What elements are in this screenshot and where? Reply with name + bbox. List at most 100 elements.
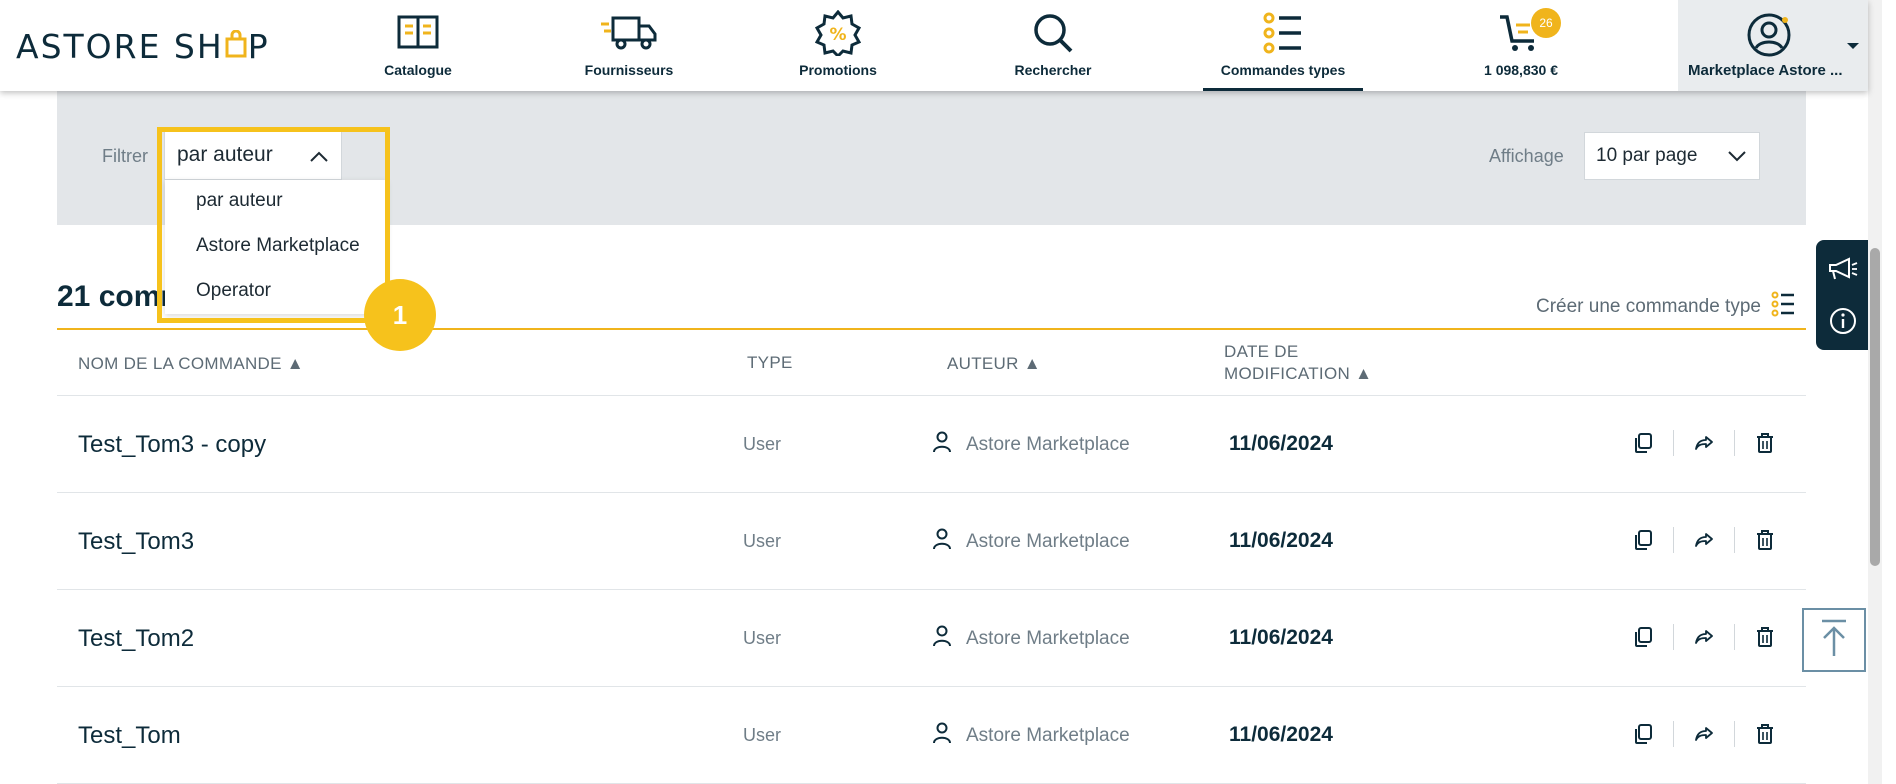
trash-icon[interactable] [1747, 623, 1783, 651]
arrow-up-icon [1819, 618, 1849, 663]
trash-icon[interactable] [1747, 526, 1783, 554]
shopping-bag-letter [224, 27, 248, 66]
order-type: User [743, 531, 782, 551]
scroll-to-top-button[interactable] [1802, 608, 1866, 672]
filter-option-par-auteur[interactable]: par auteur [196, 190, 283, 212]
account-label: Marketplace Astore ... [1688, 62, 1843, 79]
row-actions [1625, 429, 1783, 457]
table-header: NOM DE LA COMMANDE ▲ TYPE AUTEUR ▲ DATE … [57, 330, 1806, 396]
order-name[interactable]: Test_Tom [78, 722, 181, 750]
header-name-sortable[interactable]: NOM DE LA COMMANDE ▲ [78, 354, 304, 374]
tutorial-step-badge: 1 [364, 279, 436, 351]
create-order-template-label: Créer une commande type [1536, 296, 1761, 317]
share-icon[interactable] [1686, 526, 1722, 554]
table-row[interactable]: Test_Tom User Astore Marketplace 11/06/2… [57, 687, 1806, 784]
share-icon[interactable] [1686, 623, 1722, 651]
order-author: Astore Marketplace [932, 722, 1130, 750]
per-page-value: 10 par page [1596, 145, 1698, 166]
megaphone-icon[interactable] [1826, 252, 1860, 286]
cart-count-badge: 26 [1531, 8, 1561, 38]
trash-icon[interactable] [1747, 720, 1783, 748]
order-type: User [743, 628, 782, 648]
filter-selected-value: par auteur [177, 142, 273, 166]
list-icon [1263, 10, 1303, 56]
action-divider [1734, 527, 1735, 553]
truck-icon [601, 10, 657, 56]
order-type: User [743, 434, 782, 454]
nav-promotions[interactable]: % Promotions [788, 0, 888, 91]
filter-label: Filtrer [102, 146, 148, 166]
filter-option-operator[interactable]: Operator [196, 280, 271, 302]
filter-select[interactable]: par auteur [164, 129, 342, 180]
chevron-down-icon [1727, 147, 1747, 169]
duplicate-icon[interactable] [1625, 526, 1661, 554]
order-author-name: Astore Marketplace [966, 531, 1130, 552]
order-date: 11/06/2024 [1229, 626, 1333, 649]
top-header: ASTORE SH P Catalogue Fournisseurs % Prom… [0, 0, 1868, 91]
row-actions [1625, 526, 1783, 554]
duplicate-icon[interactable] [1625, 720, 1661, 748]
order-date: 11/06/2024 [1229, 529, 1333, 552]
duplicate-icon[interactable] [1625, 623, 1661, 651]
order-name[interactable]: Test_Tom2 [78, 625, 194, 653]
header-date-line2: MODIFICATION ▲ [1224, 364, 1373, 383]
order-name[interactable]: Test_Tom3 [78, 528, 194, 556]
header-author-sortable[interactable]: AUTEUR ▲ [947, 354, 1041, 374]
user-icon [932, 625, 952, 653]
table-row[interactable]: Test_Tom3 User Astore Marketplace 11/06/… [57, 493, 1806, 590]
action-divider [1673, 430, 1674, 456]
share-icon[interactable] [1686, 720, 1722, 748]
create-order-template-button[interactable]: Créer une commande type [1536, 291, 1795, 323]
chevron-down-icon [1846, 38, 1860, 56]
nav-fournisseurs[interactable]: Fournisseurs [574, 0, 684, 91]
order-templates-table: NOM DE LA COMMANDE ▲ TYPE AUTEUR ▲ DATE … [57, 330, 1806, 784]
nav-promotions-label: Promotions [799, 62, 877, 78]
side-help-panel [1816, 240, 1868, 350]
share-icon[interactable] [1686, 429, 1722, 457]
nav-catalogue-label: Catalogue [384, 62, 452, 78]
nav-rechercher-label: Rechercher [1014, 62, 1092, 78]
order-author: Astore Marketplace [932, 528, 1130, 556]
row-actions [1625, 720, 1783, 748]
action-divider [1673, 721, 1674, 747]
per-page-select[interactable]: 10 par page [1584, 132, 1760, 180]
action-divider [1673, 527, 1674, 553]
search-icon [1032, 10, 1074, 56]
header-date-sortable[interactable]: DATE DE MODIFICATION ▲ [1224, 342, 1372, 384]
list-icon [1771, 291, 1795, 323]
action-divider [1734, 624, 1735, 650]
display-label: Affichage [1489, 146, 1564, 166]
user-icon [932, 528, 952, 556]
account-menu[interactable]: Marketplace Astore ... [1678, 0, 1868, 91]
filter-option-astore-marketplace[interactable]: Astore Marketplace [196, 235, 360, 257]
nav-cart[interactable]: 26 1 098,830 € [1471, 0, 1571, 91]
nav-commandes-types-label: Commandes types [1220, 62, 1346, 78]
header-date-line1: DATE DE [1224, 342, 1299, 361]
nav-rechercher[interactable]: Rechercher [1003, 0, 1103, 91]
order-name[interactable]: Test_Tom3 - copy [78, 431, 266, 459]
brand-logo[interactable]: ASTORE SH P [16, 27, 270, 66]
chevron-up-icon [309, 145, 329, 169]
order-date: 11/06/2024 [1229, 432, 1333, 455]
svg-text:%: % [829, 25, 846, 45]
order-type: User [743, 725, 782, 745]
duplicate-icon[interactable] [1625, 429, 1661, 457]
table-row[interactable]: Test_Tom3 - copy User Astore Marketplace… [57, 396, 1806, 493]
row-actions [1625, 623, 1783, 651]
user-account-icon [1746, 12, 1792, 63]
table-row[interactable]: Test_Tom2 User Astore Marketplace 11/06/… [57, 590, 1806, 687]
trash-icon[interactable] [1747, 429, 1783, 457]
nav-commandes-types[interactable]: Commandes types [1203, 0, 1363, 91]
action-divider [1673, 624, 1674, 650]
order-author-name: Astore Marketplace [966, 628, 1130, 649]
nav-catalogue[interactable]: Catalogue [368, 0, 468, 91]
order-author-name: Astore Marketplace [966, 434, 1130, 455]
order-author: Astore Marketplace [932, 431, 1130, 459]
header-type: TYPE [747, 353, 793, 372]
cart-total-label: 1 098,830 € [1484, 62, 1558, 78]
info-icon[interactable] [1826, 304, 1860, 338]
order-author-name: Astore Marketplace [966, 725, 1130, 746]
book-icon [397, 10, 439, 56]
filter-dropdown-menu: par auteur Astore Marketplace Operator [165, 180, 387, 314]
scrollbar-thumb[interactable] [1870, 248, 1880, 566]
